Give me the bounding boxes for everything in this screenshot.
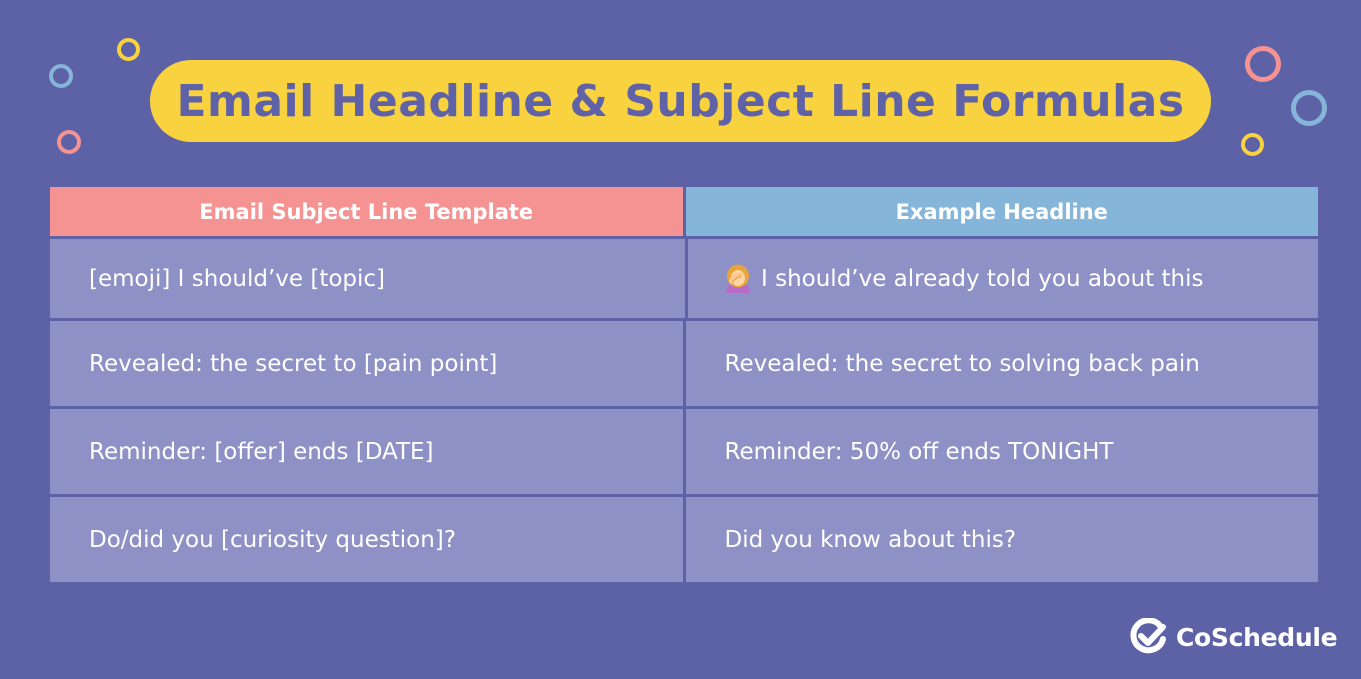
table-row: Reminder: [offer] ends [DATE] Reminder: … xyxy=(50,409,1318,494)
decorative-ring-pink xyxy=(1245,46,1281,82)
decorative-ring-pink xyxy=(57,130,81,154)
table-row: [emoji] I should’ve [topic] I should’ve … xyxy=(50,239,1318,318)
column-header-template: Email Subject Line Template xyxy=(50,187,683,236)
decorative-ring-blue xyxy=(49,64,73,88)
facepalm-emoji-icon xyxy=(722,263,754,295)
example-cell: Reminder: 50% off ends TONIGHT xyxy=(685,409,1318,494)
decorative-ring-yellow xyxy=(1241,133,1264,156)
title-banner: Email Headline & Subject Line Formulas xyxy=(150,60,1211,142)
template-cell: Revealed: the secret to [pain point] xyxy=(50,321,683,406)
decorative-ring-blue xyxy=(1291,90,1327,126)
checkmark-logo-icon xyxy=(1130,617,1168,656)
decorative-ring-yellow xyxy=(117,38,140,61)
table-row: Do/did you [curiosity question]? Did you… xyxy=(50,497,1318,582)
example-cell: Revealed: the secret to solving back pai… xyxy=(685,321,1318,406)
example-cell-text: I should’ve already told you about this xyxy=(761,265,1204,292)
template-cell: Reminder: [offer] ends [DATE] xyxy=(50,409,683,494)
coschedule-logo: CoSchedule xyxy=(1130,617,1338,656)
template-cell: Do/did you [curiosity question]? xyxy=(50,497,683,582)
page-title: Email Headline & Subject Line Formulas xyxy=(176,75,1185,127)
table-row: Revealed: the secret to [pain point] Rev… xyxy=(50,321,1318,406)
template-cell: [emoji] I should’ve [topic] xyxy=(50,239,685,318)
example-cell: I should’ve already told you about this xyxy=(688,239,1318,318)
formulas-table: Email Subject Line Template Example Head… xyxy=(50,187,1318,582)
example-cell: Did you know about this? xyxy=(685,497,1318,582)
column-header-example: Example Headline xyxy=(685,187,1318,236)
brand-name: CoSchedule xyxy=(1176,622,1338,652)
table-header: Email Subject Line Template Example Head… xyxy=(50,187,1318,236)
